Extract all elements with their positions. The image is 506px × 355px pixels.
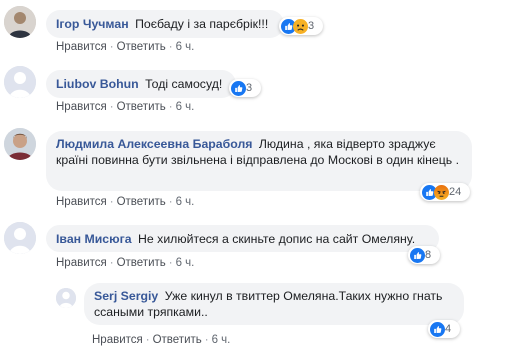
comment-bubble: Serj Sergiy Уже кинул в твиттер Омеляна.… <box>84 283 464 325</box>
timestamp[interactable]: 6 ч. <box>176 257 195 269</box>
like-icon <box>430 321 445 337</box>
comment-author[interactable]: Liubov Bohun <box>56 77 139 91</box>
like-icon <box>410 247 425 263</box>
comment-author[interactable]: Людмила Алексеевна Бараболя <box>56 137 252 151</box>
reaction-count: 24 <box>449 186 462 198</box>
comment-actions: Нравится · Ответить · 6 ч. <box>56 101 195 113</box>
reply-link[interactable]: Ответить <box>117 41 166 53</box>
reaction-summary[interactable]: 3 <box>279 17 323 35</box>
like-link[interactable]: Нравится <box>56 101 107 113</box>
avatar[interactable] <box>56 288 76 308</box>
comment-author[interactable]: Іван Мисюга <box>56 232 132 246</box>
comment-author[interactable]: Serj Sergiy <box>94 289 158 303</box>
reaction-summary[interactable]: 3 <box>229 79 261 97</box>
reaction-count: 3 <box>308 20 315 32</box>
comment-bubble: Іван Мисюга Не хилюйтеся а скиньте допис… <box>46 225 439 252</box>
like-link[interactable]: Нравится <box>56 41 107 53</box>
comment-bubble: Людмила Алексеевна Бараболя Людина , яка… <box>46 131 472 191</box>
comment-author[interactable]: Ігор Чучман <box>56 17 129 31</box>
comment-actions: Нравится · Ответить · 6 ч. <box>56 196 195 208</box>
like-icon <box>231 80 246 96</box>
reply-link[interactable]: Ответить <box>117 196 166 208</box>
comment-actions: Нравится · Ответить · 6 ч. <box>56 257 195 269</box>
reaction-summary[interactable]: 4 <box>428 320 460 338</box>
timestamp[interactable]: 6 ч. <box>212 334 231 346</box>
timestamp[interactable]: 6 ч. <box>176 196 195 208</box>
like-link[interactable]: Нравится <box>56 196 107 208</box>
reply-link[interactable]: Ответить <box>153 334 202 346</box>
like-link[interactable]: Нравится <box>56 257 107 269</box>
comment-actions: Нравится · Ответить · 6 ч. <box>92 334 231 346</box>
comment-bubble: Liubov Bohun Тоді самосуд! <box>46 70 236 98</box>
avatar[interactable] <box>4 128 36 160</box>
reaction-summary[interactable]: 8 <box>408 246 440 264</box>
comment-text: Тоді самосуд! <box>145 77 223 91</box>
reaction-count: 8 <box>425 249 432 261</box>
angry-icon <box>434 184 449 200</box>
timestamp[interactable]: 6 ч. <box>176 41 195 53</box>
comment-actions: Нравится · Ответить · 6 ч. <box>56 41 195 53</box>
avatar[interactable] <box>4 6 36 38</box>
like-link[interactable]: Нравится <box>92 334 143 346</box>
comment-bubble: Ігор Чучман Поєбаду і за парєбрік!!! <box>46 10 284 38</box>
reaction-count: 3 <box>246 82 253 94</box>
reply-link[interactable]: Ответить <box>117 257 166 269</box>
avatar[interactable] <box>4 222 36 254</box>
reaction-summary[interactable]: 24 <box>420 183 470 201</box>
timestamp[interactable]: 6 ч. <box>176 101 195 113</box>
reply-link[interactable]: Ответить <box>117 101 166 113</box>
comment-text: Не хилюйтеся а скиньте допис на сайт Оме… <box>138 232 416 246</box>
reaction-count: 4 <box>445 323 452 335</box>
sad-icon <box>293 18 308 34</box>
comment-text: Поєбаду і за парєбрік!!! <box>135 17 269 31</box>
avatar[interactable] <box>4 66 36 98</box>
